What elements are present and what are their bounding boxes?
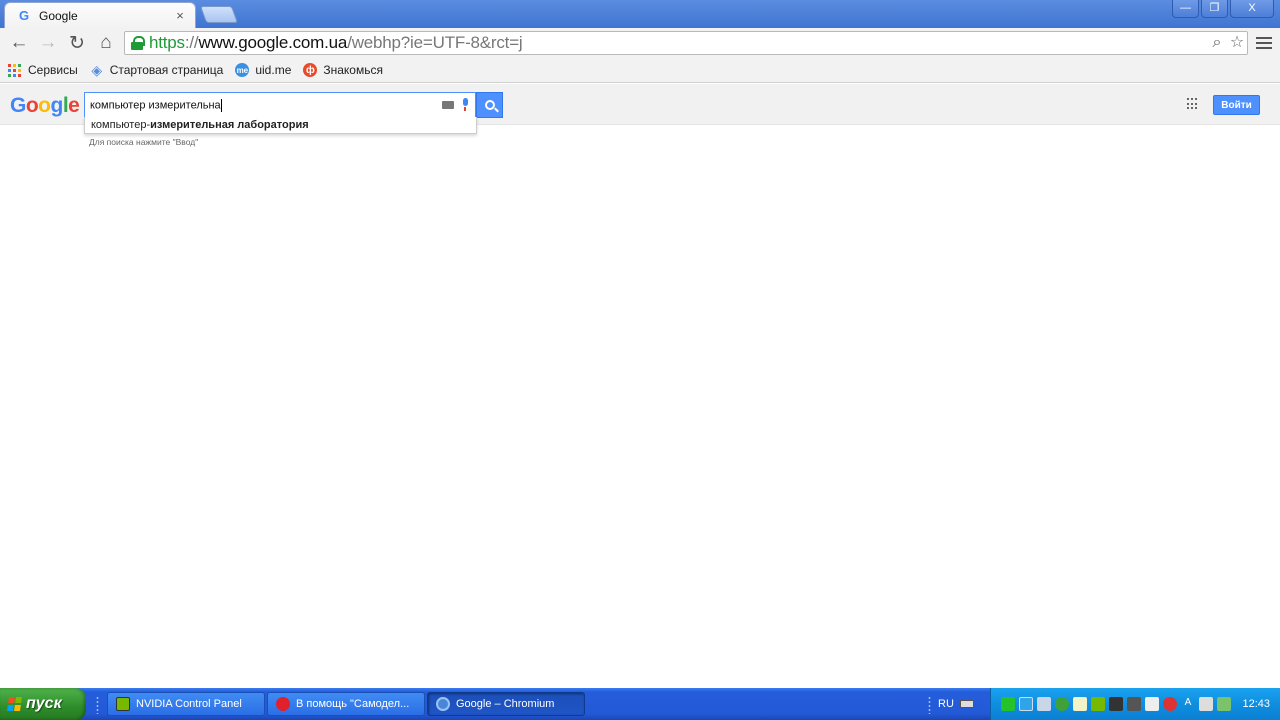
text-caret [220, 98, 222, 112]
title-bar: G Google × — ❐ X [0, 0, 1280, 28]
new-tab-button[interactable] [199, 6, 239, 23]
logo-letter: g [50, 94, 64, 117]
volume-icon[interactable] [1037, 697, 1051, 711]
tab-close-icon[interactable]: × [173, 8, 187, 23]
search-query: компьютер измерительна [90, 98, 221, 111]
logo-letter: o [38, 94, 51, 117]
clock[interactable]: 12:43 [1242, 698, 1270, 710]
bookmark-label: Сервисы [28, 63, 78, 77]
enter-hint: Для поиска нажмите "Ввод" [89, 137, 199, 147]
system-tray: A 12:43 [990, 688, 1280, 720]
bookmark-servisy[interactable]: Сервисы [8, 63, 78, 77]
opera-icon [276, 697, 290, 711]
task-chromium[interactable]: Google – Chromium [427, 692, 585, 716]
google-favicon-icon: G [19, 7, 30, 23]
address-bar[interactable]: https://www.google.com.ua/webhp?ie=UTF-8… [124, 31, 1248, 55]
forward-arrow-icon[interactable]: → [35, 30, 61, 56]
reload-icon[interactable]: ↻ [64, 30, 90, 56]
task-label: NVIDIA Control Panel [136, 698, 242, 710]
bookmark-label: Знакомься [323, 63, 383, 77]
start-button[interactable]: пуск [0, 688, 86, 720]
magnifier-icon [484, 100, 495, 110]
taskbar: пуск NVIDIA Control Panel В помощь "Само… [0, 688, 1280, 720]
bookmark-star-icon[interactable]: ☆ [1227, 33, 1247, 53]
lock-icon[interactable] [131, 36, 145, 50]
suggestion-prefix: компьютер- [91, 119, 151, 131]
url-text[interactable]: https://www.google.com.ua/webhp?ie=UTF-8… [149, 33, 1207, 53]
search-button[interactable] [476, 92, 503, 118]
network-icon[interactable] [1073, 697, 1087, 711]
windows-flag-icon [7, 697, 23, 711]
font-icon[interactable]: A [1181, 697, 1195, 711]
task-nvidia-control-panel[interactable]: NVIDIA Control Panel [107, 692, 265, 716]
microphone-icon[interactable] [461, 98, 469, 112]
security-icon[interactable] [1163, 697, 1177, 711]
app-tray-icon[interactable] [1127, 697, 1141, 711]
google-logo[interactable]: Google [10, 94, 80, 118]
mail-agent-icon[interactable] [1001, 697, 1015, 711]
logo-letter: G [10, 94, 26, 117]
bookmark-start-page[interactable]: ◈ Стартовая страница [90, 61, 224, 78]
home-icon[interactable]: ⌂ [93, 30, 119, 56]
bookmarks-bar: Сервисы ◈ Стартовая страница me uid.me ф… [0, 58, 1280, 83]
start-page-icon: ◈ [91, 61, 103, 78]
temperature-icon[interactable] [1145, 697, 1159, 711]
nvidia-tray-icon[interactable] [1091, 697, 1105, 711]
url-host: www.google.com.ua [198, 33, 348, 52]
zoom-search-icon[interactable]: ⌕ [1207, 33, 1227, 53]
task-label: В помощь "Самодел... [296, 698, 410, 710]
apps-grid-icon [8, 63, 21, 77]
url-path: /webhp?ie=UTF-8&rct=j [347, 33, 523, 52]
uidme-icon: me [235, 63, 250, 77]
signin-button[interactable]: Войти [1213, 95, 1260, 115]
bookmark-uidme[interactable]: me uid.me [235, 63, 291, 77]
znakomsya-icon: ф [303, 63, 318, 77]
google-apps-icon[interactable] [1187, 98, 1199, 110]
nvidia-icon [116, 697, 130, 711]
taskbar-grip[interactable] [96, 696, 99, 714]
minimize-button[interactable]: — [1172, 0, 1199, 18]
keyboard-icon[interactable] [442, 101, 454, 109]
bookmark-znakomsya[interactable]: ф Знакомься [303, 63, 383, 77]
task-opera[interactable]: В помощь "Самодел... [267, 692, 425, 716]
search-input[interactable]: компьютер измерительна [84, 92, 476, 118]
utorrent-icon[interactable] [1055, 697, 1069, 711]
logo-letter: o [25, 94, 39, 117]
keyboard-layout-icon[interactable] [960, 700, 974, 708]
bookmark-label: Стартовая страница [109, 63, 224, 77]
start-label: пуск [26, 695, 62, 712]
language-indicator[interactable]: RU [938, 698, 954, 710]
browser-toolbar: ← → ↻ ⌂ https://www.google.com.ua/webhp?… [0, 28, 1280, 58]
back-arrow-icon[interactable]: ← [6, 30, 32, 56]
restore-button[interactable]: ❐ [1201, 0, 1228, 18]
autocomplete-suggestion[interactable]: компьютер-измерительная лаборатория [84, 117, 477, 134]
camera-icon[interactable] [1199, 697, 1213, 711]
weather-icon[interactable] [1019, 697, 1033, 711]
task-label: Google – Chromium [456, 698, 555, 710]
search-query-wrap[interactable]: компьютер измерительна [90, 98, 442, 112]
suggestion-completion: измерительная лаборатория [150, 119, 309, 131]
chrome-menu-icon[interactable] [1256, 34, 1272, 52]
window-controls: — ❐ X [1170, 0, 1274, 18]
browser-tab-google[interactable]: G Google × [4, 2, 196, 28]
logo-letter: e [68, 94, 80, 117]
bookmark-label: uid.me [255, 63, 292, 77]
language-bar-grip[interactable] [928, 696, 931, 714]
url-separator: :// [184, 33, 199, 52]
safely-remove-icon[interactable] [1217, 697, 1231, 711]
close-window-button[interactable]: X [1230, 0, 1274, 18]
monitor-icon[interactable] [1109, 697, 1123, 711]
url-scheme: https [149, 33, 185, 52]
chromium-icon [436, 697, 450, 711]
tab-title: Google [39, 8, 78, 23]
